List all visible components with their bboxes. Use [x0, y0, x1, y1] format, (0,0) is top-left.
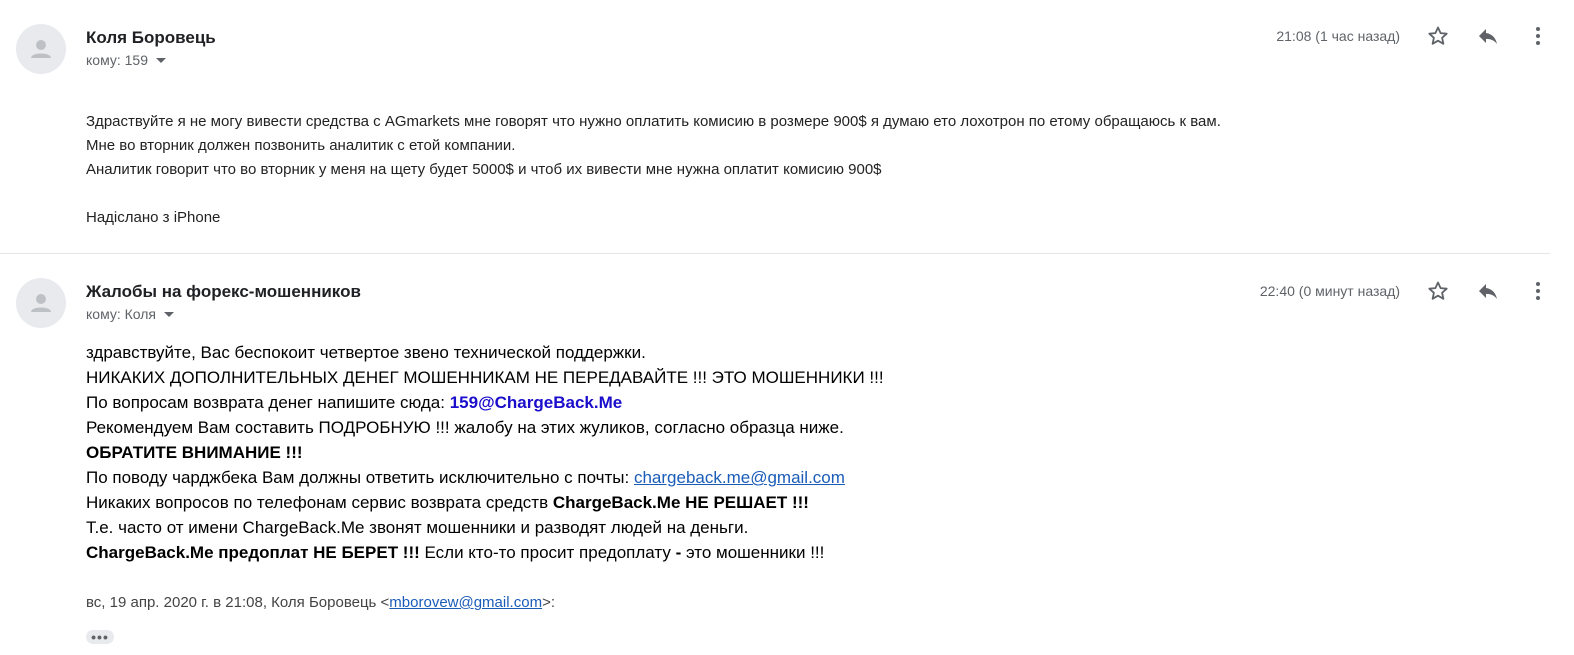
message-time: 21:08 (1 час назад)	[1276, 28, 1400, 44]
reply-icon	[1479, 284, 1497, 299]
body-line: По вопросам возврата денег напишите сюда…	[86, 390, 884, 415]
recipient-details-toggle[interactable]: кому: Коля	[86, 306, 175, 322]
recipient-label: кому: Коля	[86, 306, 157, 322]
body-bold-text: ChargeBack.Me НЕ РЕШАЕТ !!!	[552, 493, 809, 512]
star-button[interactable]	[1424, 277, 1452, 305]
body-line: НИКАКИХ ДОПОЛНИТЕЛЬНЫХ ДЕНЕГ МОШЕННИКАМ …	[86, 368, 884, 387]
sender-avatar[interactable]	[16, 24, 66, 74]
reply-button[interactable]	[1474, 277, 1502, 305]
quoted-message-header: вс, 19 апр. 2020 г. в 21:08, Коля Борове…	[86, 594, 555, 611]
star-icon	[1428, 281, 1448, 300]
reply-button[interactable]	[1474, 22, 1502, 50]
more-options-button[interactable]	[1524, 277, 1552, 305]
message-body: здравствуйте, Вас беспокоит четвертое зв…	[86, 340, 884, 565]
show-trimmed-content-button[interactable]: •••	[86, 630, 114, 644]
body-line: ChargeBack.Me предоплат НЕ БЕРЕТ !!! Есл…	[86, 540, 884, 565]
recipient-label: кому: 159	[86, 52, 148, 68]
attention-heading: ОБРАТИТЕ ВНИМАНИЕ !!!	[86, 443, 303, 462]
reply-icon	[1479, 29, 1497, 44]
person-icon	[31, 294, 51, 312]
email-message-1: Коля Боровець кому: 159 21:08 (1 час наз…	[0, 0, 1574, 254]
body-text: это мошенники !!!	[681, 543, 825, 562]
support-email-link[interactable]: 159@ChargeBack.Me	[450, 393, 623, 412]
quote-suffix: >:	[542, 594, 556, 611]
sender-name: Жалобы на форекс-мошенников	[86, 282, 361, 301]
star-button[interactable]	[1424, 22, 1452, 50]
signature: Надіслано з iPhone	[86, 209, 221, 226]
body-line: Никаких вопросов по телефонам сервис воз…	[86, 490, 884, 515]
email-message-2: Жалобы на форекс-мошенников кому: Коля 2…	[0, 254, 1574, 655]
more-options-button[interactable]	[1524, 22, 1552, 50]
body-line: ОБРАТИТЕ ВНИМАНИЕ !!!	[86, 440, 884, 465]
body-text: По вопросам возврата денег напишите сюда…	[86, 393, 450, 412]
body-line: здравствуйте, Вас беспокоит четвертое зв…	[86, 343, 646, 362]
quoted-sender-email-link[interactable]: mborovew@gmail.com	[389, 594, 542, 611]
quote-prefix: вс, 19 апр. 2020 г. в 21:08, Коля Борове…	[86, 594, 390, 611]
star-icon	[1428, 26, 1448, 45]
message-time: 22:40 (0 минут назад)	[1259, 283, 1400, 299]
body-line: По поводу чарджбека Вам должны ответить …	[86, 465, 884, 490]
body-line: Здраствуйте я не могу вивести средства с…	[86, 113, 1221, 130]
body-line: Мне во вторник должен позвонить аналитик…	[86, 137, 516, 154]
recipient-details-toggle[interactable]: кому: 159	[86, 52, 166, 68]
chargeback-email-link[interactable]: chargeback.me@gmail.com	[634, 468, 845, 487]
sender-avatar[interactable]	[16, 278, 66, 328]
body-line: Аналитик говорит что во вторник у меня н…	[86, 161, 882, 178]
more-vert-icon	[1536, 27, 1540, 45]
body-text: Если кто-то просит предоплату	[419, 543, 676, 562]
person-icon	[31, 40, 51, 58]
body-text: Никаких вопросов по телефонам сервис воз…	[86, 493, 553, 512]
caret-down-icon[interactable]	[156, 57, 166, 63]
sender-name: Коля Боровець	[86, 28, 216, 47]
body-line: Т.е. часто от имени ChargeBack.Me звонят…	[86, 518, 749, 537]
message-body: Здраствуйте я не могу вивести средства с…	[86, 110, 1221, 230]
caret-down-icon[interactable]	[164, 311, 175, 317]
body-line: Рекомендуем Вам составить ПОДРОБНУЮ !!! …	[86, 418, 844, 437]
body-text: По поводу чарджбека Вам должны ответить …	[86, 468, 634, 487]
more-vert-icon	[1536, 282, 1540, 300]
body-bold-text: ChargeBack.Me предоплат НЕ БЕРЕТ !!!	[86, 543, 420, 562]
